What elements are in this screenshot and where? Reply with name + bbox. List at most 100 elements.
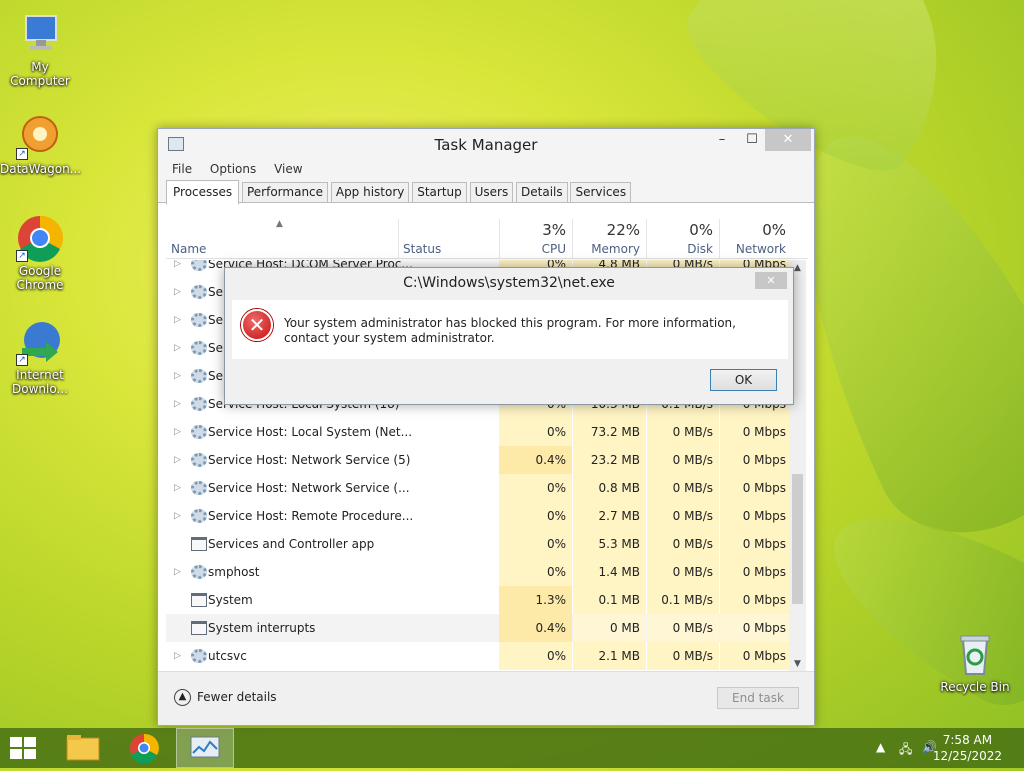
disk-value: 0 MB/s <box>647 474 719 502</box>
tab-performance[interactable]: Performance <box>241 182 329 203</box>
end-task-button[interactable]: End task <box>717 687 799 709</box>
network-value: 0 Mbps <box>720 418 792 446</box>
show-hidden-icons[interactable]: ▲ <box>876 740 885 754</box>
menu-options[interactable]: Options <box>210 159 256 179</box>
column-name[interactable]: ▲ Name <box>166 219 398 259</box>
desktop-icon-label: Internet Downlo... <box>12 368 68 396</box>
network-icon[interactable]: 🖧 <box>899 740 912 761</box>
expand-chevron-icon[interactable]: ▷ <box>174 418 184 446</box>
desktop-icon-google-chrome[interactable]: ↗ Google Chrome <box>0 214 80 292</box>
process-name: Services and Controller app <box>208 537 375 551</box>
tab-processes[interactable]: Processes <box>166 180 240 205</box>
service-gear-icon <box>191 649 207 663</box>
column-network[interactable]: 0% Network <box>719 219 792 259</box>
tab-services[interactable]: Services <box>570 182 632 203</box>
service-gear-icon <box>191 453 207 467</box>
app-window-icon <box>191 537 207 551</box>
clock[interactable]: 7:58 AM 12/25/2022 <box>933 732 1002 764</box>
ok-button[interactable]: OK <box>710 369 777 391</box>
desktop-icon-recycle-bin[interactable]: Recycle Bin <box>935 630 1015 694</box>
process-name: smphost <box>208 565 260 579</box>
sort-up-icon: ▲ <box>276 219 283 229</box>
desktop-icon-label: DataWagon... <box>0 162 82 176</box>
service-gear-icon <box>191 397 207 411</box>
expand-chevron-icon[interactable]: ▷ <box>174 642 184 670</box>
menu-view[interactable]: View <box>274 159 302 179</box>
table-row[interactable]: Services and Controller app 0% 5.3 MB 0 MB/… <box>166 530 796 558</box>
menu-file[interactable]: File <box>172 159 192 179</box>
scroll-down-icon[interactable]: ▼ <box>789 656 806 672</box>
expand-chevron-icon[interactable]: ▷ <box>174 334 184 362</box>
expand-chevron-icon[interactable]: ▷ <box>174 278 184 306</box>
column-header: ▲ Name Status 3% CPU 22% Memory 0% Disk … <box>166 219 808 259</box>
minimize-button[interactable]: – <box>706 129 738 151</box>
cpu-value: 0% <box>499 474 572 502</box>
table-row[interactable]: System 1.3% 0.1 MB 0.1 MB/s 0 Mbps <box>166 586 796 614</box>
disk-total: 0% <box>689 221 713 239</box>
title-bar[interactable]: Task Manager – ☐ ✕ <box>158 129 814 159</box>
service-gear-icon <box>191 425 207 439</box>
dialog-content: ✕ Your system administrator has blocked … <box>232 300 788 359</box>
error-icon: ✕ <box>241 309 273 341</box>
expand-chevron-icon[interactable]: ▷ <box>174 474 184 502</box>
tab-users[interactable]: Users <box>469 182 514 203</box>
clock-time: 7:58 AM <box>942 733 993 747</box>
desktop-icon-internet-download-manager[interactable]: ↗ Internet Downlo... <box>0 318 80 396</box>
expand-chevron-icon[interactable]: ▷ <box>174 362 184 390</box>
expand-chevron-icon[interactable]: ▷ <box>174 446 184 474</box>
idm-icon: ↗ <box>16 318 64 366</box>
tab-details[interactable]: Details <box>516 182 568 203</box>
expand-chevron-icon[interactable]: ▷ <box>174 260 184 278</box>
app-window-icon <box>191 593 207 607</box>
expand-chevron-icon[interactable]: ▷ <box>174 558 184 586</box>
cpu-value: 0% <box>499 530 572 558</box>
disk-value: 0 MB/s <box>647 502 719 530</box>
disk-value: 0 MB/s <box>647 642 719 670</box>
column-disk[interactable]: 0% Disk <box>646 219 719 259</box>
column-status[interactable]: Status <box>398 219 499 259</box>
service-gear-icon <box>191 341 207 355</box>
cpu-value: 0% <box>499 502 572 530</box>
close-button[interactable]: ✕ <box>765 129 811 151</box>
column-cpu[interactable]: 3% CPU <box>499 219 572 259</box>
recycle-bin-icon <box>951 630 999 678</box>
taskbar-file-explorer[interactable] <box>54 728 112 768</box>
memory-value: 0 MB <box>573 614 646 642</box>
service-gear-icon <box>191 565 207 579</box>
desktop-icon-label: Google Chrome <box>16 264 64 292</box>
expand-chevron-icon[interactable]: ▷ <box>174 306 184 334</box>
column-memory[interactable]: 22% Memory <box>572 219 646 259</box>
dialog-title: C:\Windows\system32\net.exe <box>403 275 615 291</box>
table-row[interactable]: ▷ Service Host: Local System (Net... 0% 73.… <box>166 418 796 446</box>
network-value: 0 Mbps <box>720 642 792 670</box>
cpu-value: 0% <box>499 418 572 446</box>
expand-chevron-icon[interactable]: ▷ <box>174 502 184 530</box>
maximize-button[interactable]: ☐ <box>736 129 768 151</box>
service-gear-icon <box>191 285 207 299</box>
computer-icon <box>16 10 64 58</box>
taskbar-task-manager[interactable] <box>176 728 234 768</box>
table-row[interactable]: System interrupts 0.4% 0 MB 0 MB/s 0 Mbps <box>166 614 796 642</box>
service-gear-icon <box>191 481 207 495</box>
start-button[interactable] <box>10 737 38 759</box>
memory-value: 0.1 MB <box>573 586 646 614</box>
cpu-value: 0.4% <box>499 446 572 474</box>
fewer-details-button[interactable]: ▲ Fewer details <box>174 689 277 706</box>
network-value: 0 Mbps <box>720 530 792 558</box>
table-row[interactable]: ▷ Service Host: Network Service (... 0% 0.8… <box>166 474 796 502</box>
tab-app-history[interactable]: App history <box>330 182 410 203</box>
process-name: Service Host: Local System (Net... <box>208 425 413 439</box>
expand-chevron-icon[interactable]: ▷ <box>174 390 184 418</box>
table-row[interactable]: ▷ Service Host: Network Service (5) 0.4% 23… <box>166 446 796 474</box>
desktop-icon-my-computer[interactable]: My Computer <box>0 10 80 88</box>
desktop-icon-datawagon[interactable]: ↗ DataWagon... <box>0 112 82 176</box>
chrome-icon: ↗ <box>16 214 64 262</box>
taskbar-chrome[interactable] <box>115 728 173 768</box>
scroll-thumb[interactable] <box>792 474 803 604</box>
table-row[interactable]: ▷ smphost 0% 1.4 MB 0 MB/s 0 Mbps <box>166 558 796 586</box>
dialog-close-button[interactable]: ✕ <box>755 272 787 289</box>
memory-value: 2.7 MB <box>573 502 646 530</box>
table-row[interactable]: ▷ utcsvc 0% 2.1 MB 0 MB/s 0 Mbps <box>166 642 796 670</box>
tab-startup[interactable]: Startup <box>412 182 467 203</box>
table-row[interactable]: ▷ Service Host: Remote Procedure... 0% 2.7 … <box>166 502 796 530</box>
